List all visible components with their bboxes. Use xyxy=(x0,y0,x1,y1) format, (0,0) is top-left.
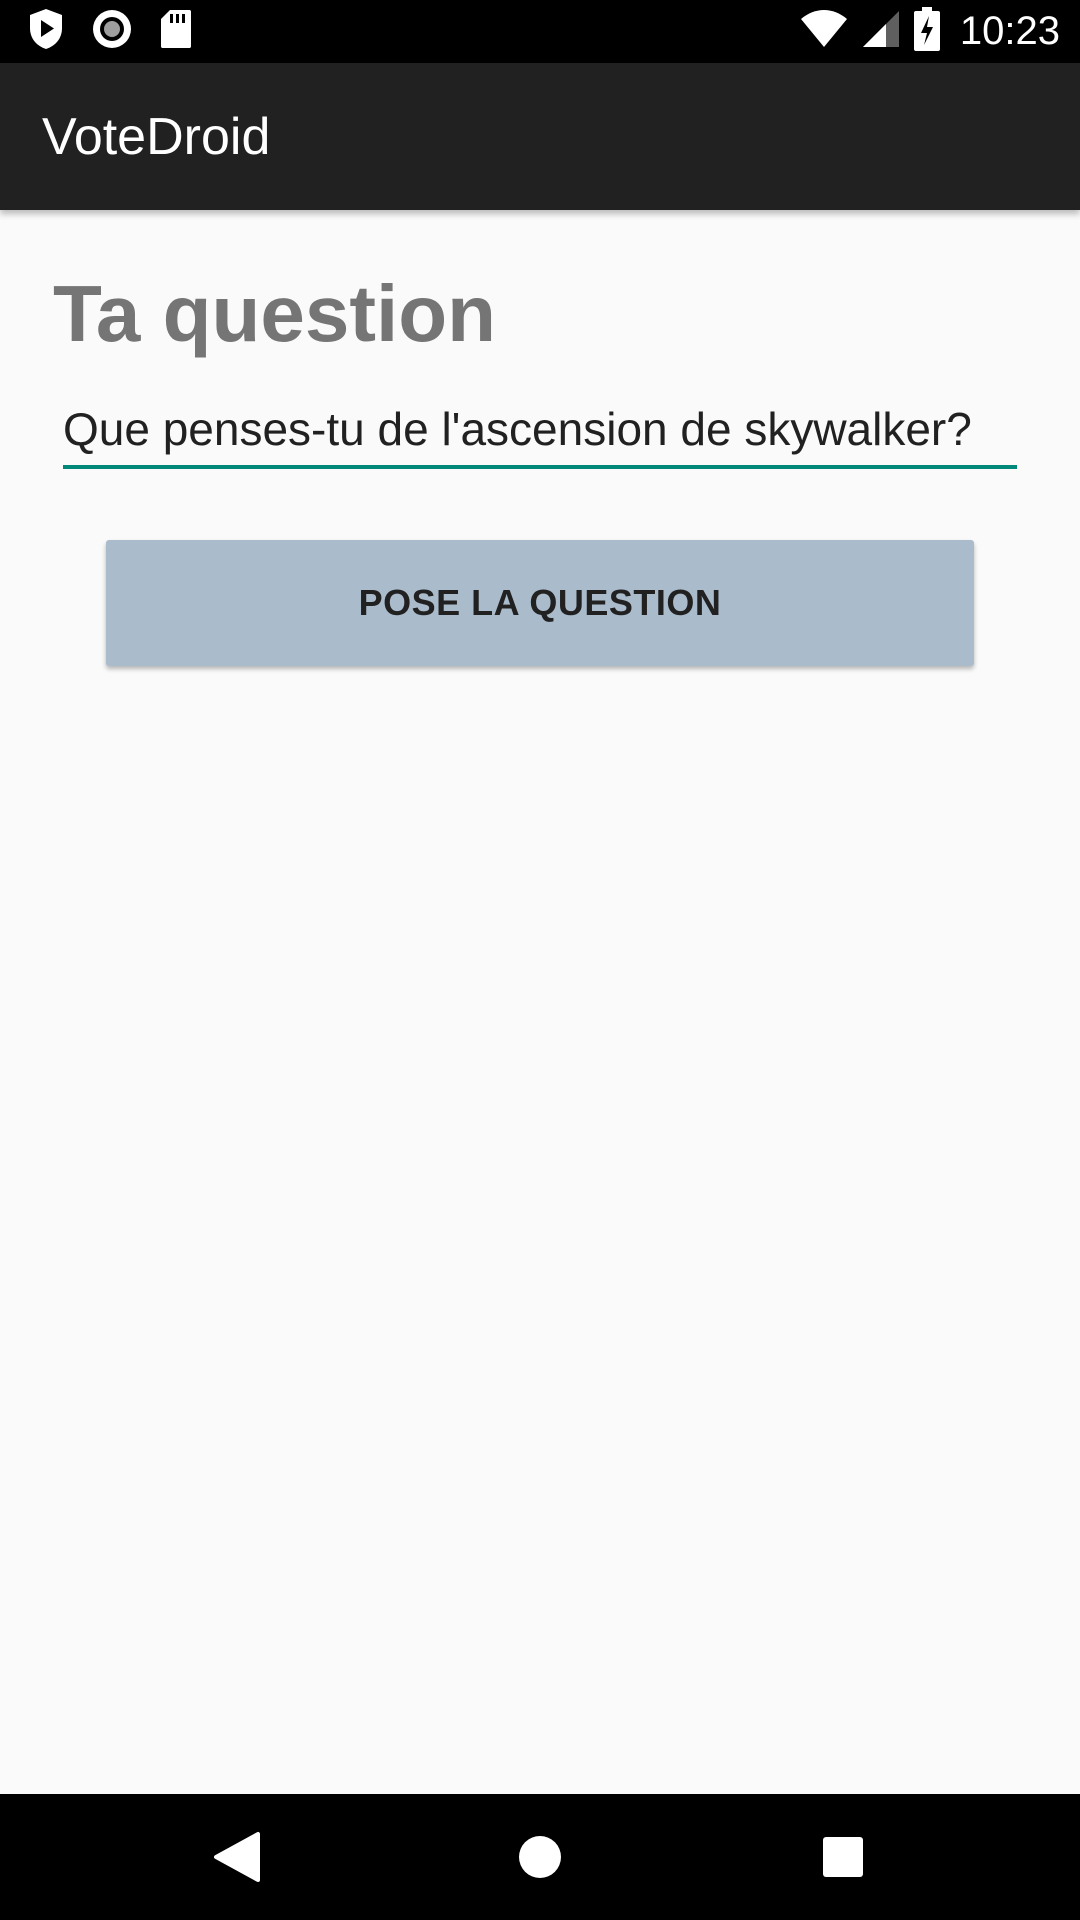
record-icon xyxy=(92,9,132,54)
status-notifications xyxy=(28,8,192,55)
navigation-bar xyxy=(0,1794,1080,1920)
wifi-icon xyxy=(800,10,848,53)
question-form: Ta question POSE LA QUESTION xyxy=(0,210,1080,1794)
ask-question-button[interactable]: POSE LA QUESTION xyxy=(106,540,974,666)
status-bar: 10:23 xyxy=(0,0,1080,63)
question-input[interactable] xyxy=(63,393,1017,469)
recents-icon xyxy=(823,1837,863,1877)
status-time: 10:23 xyxy=(959,9,1060,53)
signal-icon xyxy=(862,10,900,53)
back-button[interactable] xyxy=(204,1824,270,1890)
app-bar: VoteDroid xyxy=(0,63,1080,210)
page-heading: Ta question xyxy=(53,269,496,358)
home-button[interactable] xyxy=(507,1824,573,1890)
shield-play-icon xyxy=(28,8,64,55)
back-icon xyxy=(214,1832,260,1882)
status-system: 10:23 xyxy=(800,7,1060,56)
battery-charging-icon xyxy=(913,7,940,56)
recents-button[interactable] xyxy=(810,1824,876,1890)
home-icon xyxy=(519,1836,561,1878)
app-title: VoteDroid xyxy=(42,108,271,166)
sd-card-icon xyxy=(160,9,192,54)
